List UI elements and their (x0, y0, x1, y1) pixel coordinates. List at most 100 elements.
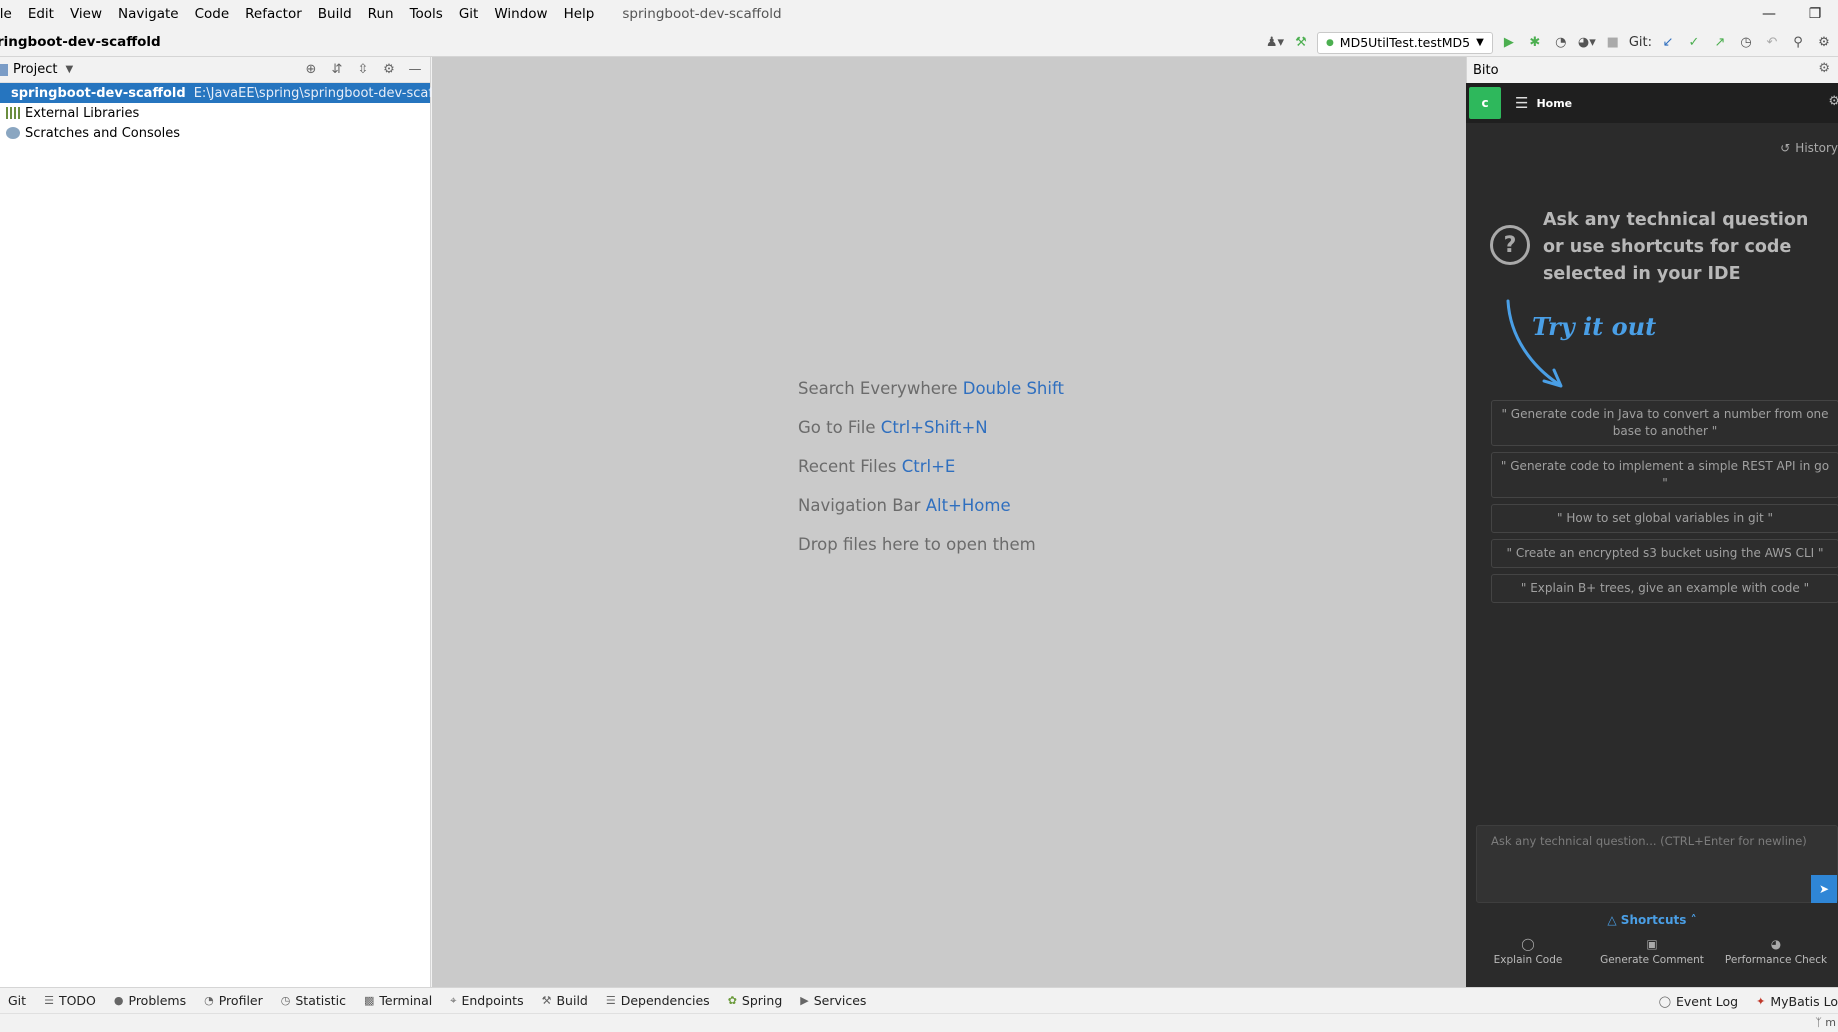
example-prompt[interactable]: " Create an encrypted s3 bucket using th… (1491, 539, 1838, 568)
comment-icon: ▣ (1646, 937, 1658, 951)
tree-item-scratches[interactable]: Scratches and Consoles (0, 123, 430, 143)
tool-dependencies[interactable]: ☰ Dependencies (606, 993, 710, 1008)
rollback-icon[interactable]: ↶ (1762, 33, 1782, 53)
performance-check-button[interactable]: ◕ Performance Check (1716, 937, 1836, 966)
tree-item-external-libraries[interactable]: External Libraries (0, 103, 430, 123)
bito-panel-title: Bito (1473, 62, 1499, 78)
gear-icon[interactable]: ⚙ (380, 60, 398, 78)
action-label: Explain Code (1493, 954, 1563, 966)
tool-build[interactable]: ⚒ Build (542, 993, 588, 1008)
history-clock-icon[interactable]: ◷ (1736, 33, 1756, 53)
history-icon: ↺ (1780, 141, 1791, 155)
menu-bar: ile Edit View Navigate Code Refactor Bui… (0, 0, 1838, 28)
run-icon[interactable]: ▶ (1499, 33, 1519, 53)
menu-build[interactable]: Build (310, 0, 360, 28)
tool-label: Dependencies (620, 993, 710, 1008)
git-update-icon[interactable]: ↙ (1658, 33, 1678, 53)
expand-all-icon[interactable]: ⇵ (328, 60, 346, 78)
mybatis-bird-icon: ✦ (1756, 994, 1766, 1008)
hint-text: Navigation Bar (798, 496, 921, 515)
stop-icon[interactable]: ■ (1603, 33, 1623, 53)
project-icon (0, 63, 8, 76)
history-label: History (1795, 141, 1838, 155)
locate-icon[interactable]: ⊕ (302, 60, 320, 78)
tool-mybatis-log[interactable]: ✦ MyBatis Lo (1756, 994, 1838, 1009)
settings-gear-icon[interactable]: ⚙ (1828, 94, 1838, 109)
build-hammer-icon[interactable]: ⚒ (1291, 33, 1311, 53)
home-label[interactable]: Home (1536, 97, 1572, 110)
hide-icon[interactable]: — (406, 60, 424, 78)
search-icon[interactable]: ⚲ (1788, 33, 1808, 53)
breadcrumb[interactable]: ringboot-dev-scaffold (0, 34, 161, 50)
tool-services[interactable]: ▶ Services (800, 993, 866, 1008)
menu-view[interactable]: View (62, 0, 110, 28)
tool-event-log[interactable]: ◯ Event Log (1659, 994, 1738, 1009)
tree-item-path: E:\JavaEE\spring\springboot-dev-scaffold (193, 85, 458, 101)
hamburger-menu-icon[interactable]: ☰ (1515, 94, 1528, 112)
bito-panel-header: Bito ⚙ (1466, 57, 1838, 83)
menu-git[interactable]: Git (451, 0, 487, 28)
generate-comment-button[interactable]: ▣ Generate Comment (1592, 937, 1712, 966)
example-prompt[interactable]: " How to set global variables in git " (1491, 504, 1838, 533)
coverage-icon[interactable]: ◔ (1551, 33, 1571, 53)
tree-item-label: Scratches and Consoles (25, 125, 181, 141)
restore-icon[interactable]: ❐ (1792, 0, 1838, 28)
tool-spring[interactable]: ✿ Spring (728, 993, 783, 1008)
example-prompt[interactable]: " Generate code to implement a simple RE… (1491, 452, 1838, 498)
send-icon: ➤ (1818, 882, 1830, 896)
menu-navigate[interactable]: Navigate (110, 0, 187, 28)
menu-help[interactable]: Help (556, 0, 603, 28)
editor-area[interactable]: Search Everywhere Double Shift Go to Fil… (432, 57, 1466, 987)
action-label: Performance Check (1724, 954, 1828, 966)
avatar[interactable]: c (1469, 87, 1501, 119)
hint-text: Search Everywhere (798, 379, 958, 398)
tool-todo[interactable]: ☰ TODO (44, 993, 96, 1008)
tool-git[interactable]: Git (8, 993, 26, 1008)
profile-icon[interactable]: ◕▾ (1577, 33, 1597, 53)
project-view-title[interactable]: Project (13, 62, 57, 77)
terminal-icon: ▩ (364, 994, 375, 1007)
chevron-down-icon[interactable]: ▼ (65, 64, 73, 75)
debug-icon[interactable]: ✱ (1525, 33, 1545, 53)
menu-refactor[interactable]: Refactor (237, 0, 310, 28)
menu-run[interactable]: Run (360, 0, 402, 28)
user-icon[interactable]: ♟▾ (1265, 33, 1285, 53)
tree-item-project-root[interactable]: springboot-dev-scaffold E:\JavaEE\spring… (0, 83, 457, 103)
explain-icon: ◯ (1521, 937, 1535, 951)
minimize-icon[interactable]: — (1746, 0, 1792, 28)
example-prompt[interactable]: " Generate code in Java to convert a num… (1491, 400, 1838, 446)
question-icon: ? (1490, 225, 1530, 265)
history-button[interactable]: ↺ History (1780, 141, 1838, 155)
tool-problems[interactable]: ● Problems (114, 993, 186, 1008)
explain-code-button[interactable]: ◯ Explain Code (1468, 937, 1588, 966)
menu-code[interactable]: Code (187, 0, 238, 28)
settings-gear-icon[interactable]: ⚙ (1814, 33, 1834, 53)
hint-shortcut: Ctrl+E (901, 457, 956, 476)
intro-text: Ask any technical question or use shortc… (1543, 210, 1809, 284)
tool-terminal[interactable]: ▩ Terminal (364, 993, 432, 1008)
tool-profiler[interactable]: ◔ Profiler (204, 993, 263, 1008)
hint-drop-files: Drop files here to open them (798, 525, 1064, 564)
question-input[interactable]: Ask any technical question... (CTRL+Ente… (1476, 825, 1838, 903)
tool-statistic[interactable]: ◷ Statistic (281, 993, 346, 1008)
send-button[interactable]: ➤ (1811, 875, 1837, 903)
menu-tools[interactable]: Tools (402, 0, 451, 28)
git-commit-icon[interactable]: ✓ (1684, 33, 1704, 53)
window-title: springboot-dev-scaffold (622, 6, 782, 22)
example-prompt[interactable]: " Explain B+ trees, give an example with… (1491, 574, 1838, 603)
action-label: Generate Comment (1600, 954, 1704, 966)
collapse-all-icon[interactable]: ⇳ (354, 60, 372, 78)
git-label: Git: (1628, 35, 1652, 50)
hint-shortcut: Ctrl+Shift+N (880, 418, 988, 437)
run-config-selector[interactable]: ● MD5UtilTest.testMD5 ▼ (1316, 31, 1493, 54)
tool-endpoints[interactable]: ⌖ Endpoints (450, 993, 523, 1008)
git-push-icon[interactable]: ↗ (1710, 33, 1730, 53)
git-branch-icon[interactable]: ᛉ m (1815, 1016, 1836, 1029)
shortcuts-toggle[interactable]: △ Shortcuts ˄ (1466, 913, 1838, 927)
menu-file[interactable]: ile (0, 0, 20, 28)
gear-icon[interactable]: ⚙ (1818, 61, 1830, 76)
menu-window[interactable]: Window (486, 0, 555, 28)
tree-item-label: springboot-dev-scaffold (11, 85, 186, 101)
hint-navigation-bar: Navigation Bar Alt+Home (798, 486, 1064, 525)
menu-edit[interactable]: Edit (20, 0, 62, 28)
